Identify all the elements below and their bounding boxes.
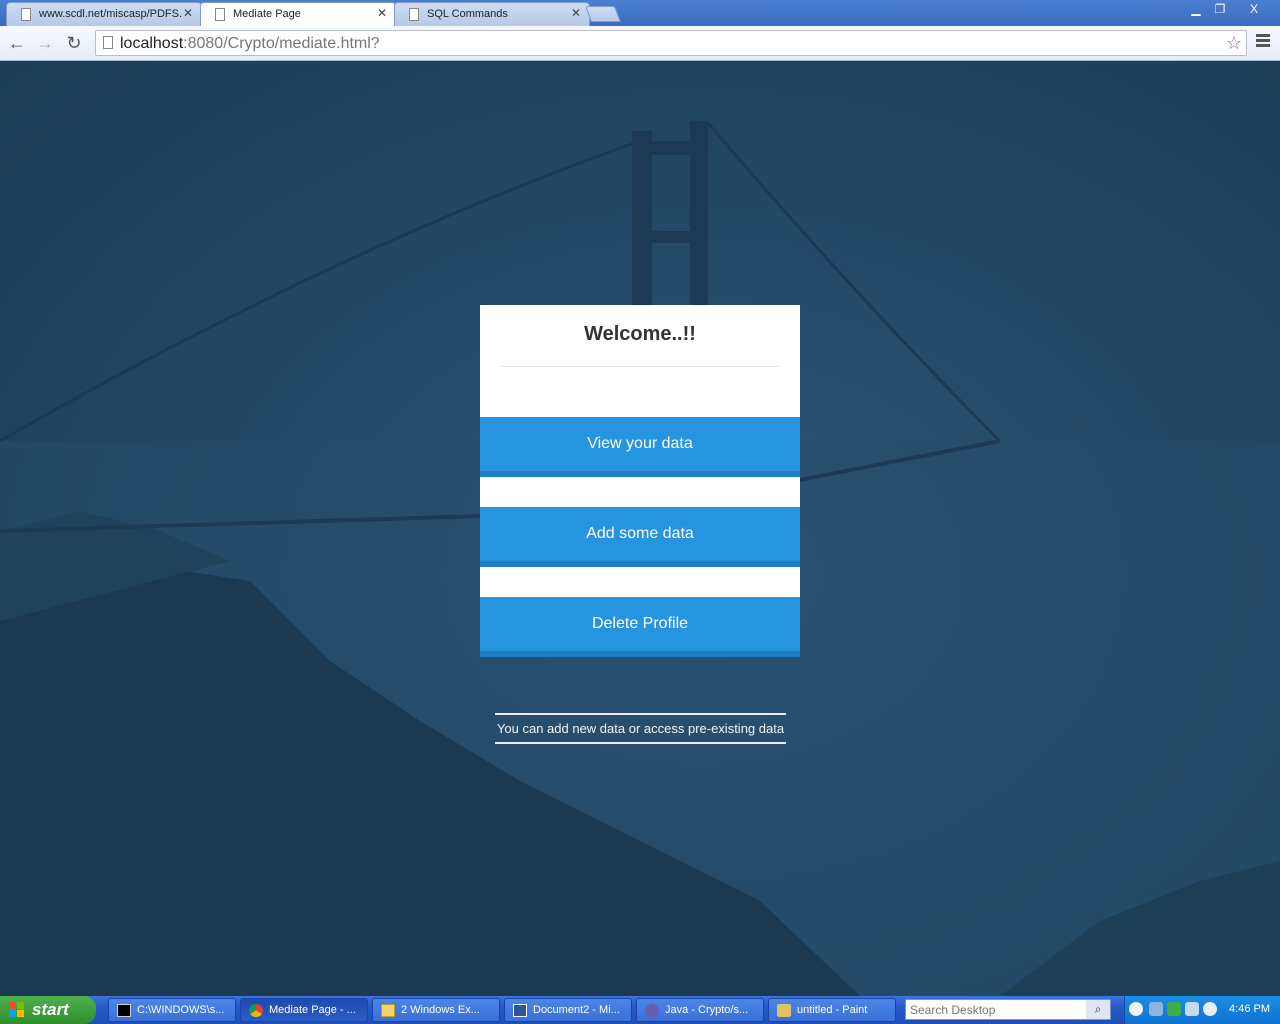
tab-label: SQL Commands [427,8,508,20]
divider [500,366,780,367]
taskbar: start C:\WINDOWS\s... Mediate Page - ...… [0,996,1280,1024]
info-text: You can add new data or access pre-exist… [495,713,786,744]
close-window-button[interactable]: X [1242,1,1266,17]
close-icon[interactable]: ✕ [377,6,387,20]
taskbar-item-mediate-page[interactable]: Mediate Page - ... [240,998,368,1022]
tab-sql-commands[interactable]: SQL Commands ✕ [394,2,590,26]
page-icon [409,8,419,21]
tab-label: Mediate Page [233,8,301,20]
clock: 4:46 PM [1229,1003,1270,1015]
eclipse-icon [645,1004,659,1017]
browser-tab-strip: www.scdl.net/miscasp/PDFS. ✕ Mediate Pag… [0,0,1280,27]
view-data-button[interactable]: View your data [480,417,800,477]
tab-mediate-page[interactable]: Mediate Page ✕ [200,2,396,27]
taskbar-item-label: Mediate Page - ... [269,1004,356,1016]
close-icon[interactable]: ✕ [183,6,193,20]
reload-icon[interactable]: ↻ [63,32,85,54]
browser-toolbar: ← → ↻ localhost:8080/Crypto/mediate.html… [0,26,1280,61]
add-data-button[interactable]: Add some data [480,507,800,567]
url-host: localhost [120,35,184,52]
close-icon[interactable]: ✕ [571,6,581,20]
tab-scdl[interactable]: www.scdl.net/miscasp/PDFS. ✕ [6,2,202,26]
minimize-button[interactable]: ▁ [1184,1,1208,17]
taskbar-item-label: 2 Windows Ex... [401,1004,480,1016]
start-button[interactable]: start [0,996,96,1024]
menu-icon[interactable] [1256,34,1270,49]
search-tray-icon[interactable] [1203,1002,1217,1016]
paint-icon [777,1004,791,1017]
collapse-tray-icon[interactable] [1129,1002,1143,1016]
console-icon [117,1004,131,1017]
back-arrow-icon[interactable]: ← [6,32,28,54]
page-icon [21,8,31,21]
system-tray: 4:46 PM [1124,996,1280,1024]
page-icon [103,36,113,49]
taskbar-item-paint[interactable]: untitled - Paint [768,998,896,1022]
bookmark-star-icon[interactable]: ☆ [1226,33,1242,54]
taskbar-item-cmd[interactable]: C:\WINDOWS\s... [108,998,236,1022]
address-bar[interactable]: localhost:8080/Crypto/mediate.html? ☆ [95,30,1247,56]
new-tab-button[interactable] [585,6,621,22]
taskbar-item-label: Java - Crypto/s... [665,1004,749,1016]
taskbar-item-label: untitled - Paint [797,1004,868,1016]
word-icon [513,1004,527,1017]
taskbar-item-word-document[interactable]: Document2 - Mi... [504,998,632,1022]
restore-button[interactable]: ❐ [1208,1,1232,17]
desktop-search-input[interactable]: Search Desktop ⌕ [905,999,1111,1020]
tab-label: www.scdl.net/miscasp/PDFS. [39,8,183,20]
delete-profile-button[interactable]: Delete Profile [480,597,800,657]
taskbar-item-label: Document2 - Mi... [533,1004,620,1016]
taskbar-item-java-eclipse[interactable]: Java - Crypto/s... [636,998,764,1022]
page-viewport: Welcome..!! View your data Add some data… [0,61,1280,996]
page-icon [215,8,225,21]
folder-icon [381,1004,395,1017]
chrome-icon [249,1004,263,1017]
desktop-search-placeholder: Search Desktop [910,1003,996,1017]
windows-logo-icon [9,1002,24,1017]
welcome-title: Welcome..!! [584,323,696,345]
welcome-card: Welcome..!! View your data Add some data… [480,305,800,657]
search-icon[interactable]: ⌕ [1086,1000,1110,1019]
network-icon[interactable] [1149,1002,1163,1016]
forward-arrow-icon[interactable]: → [34,32,56,54]
display-icon[interactable] [1185,1002,1199,1016]
start-label: start [32,1000,69,1019]
taskbar-item-windows-explorer[interactable]: 2 Windows Ex... [372,998,500,1022]
security-icon[interactable] [1167,1002,1181,1016]
taskbar-item-label: C:\WINDOWS\s... [137,1004,225,1016]
url-path: :8080/Crypto/mediate.html? [183,35,380,52]
